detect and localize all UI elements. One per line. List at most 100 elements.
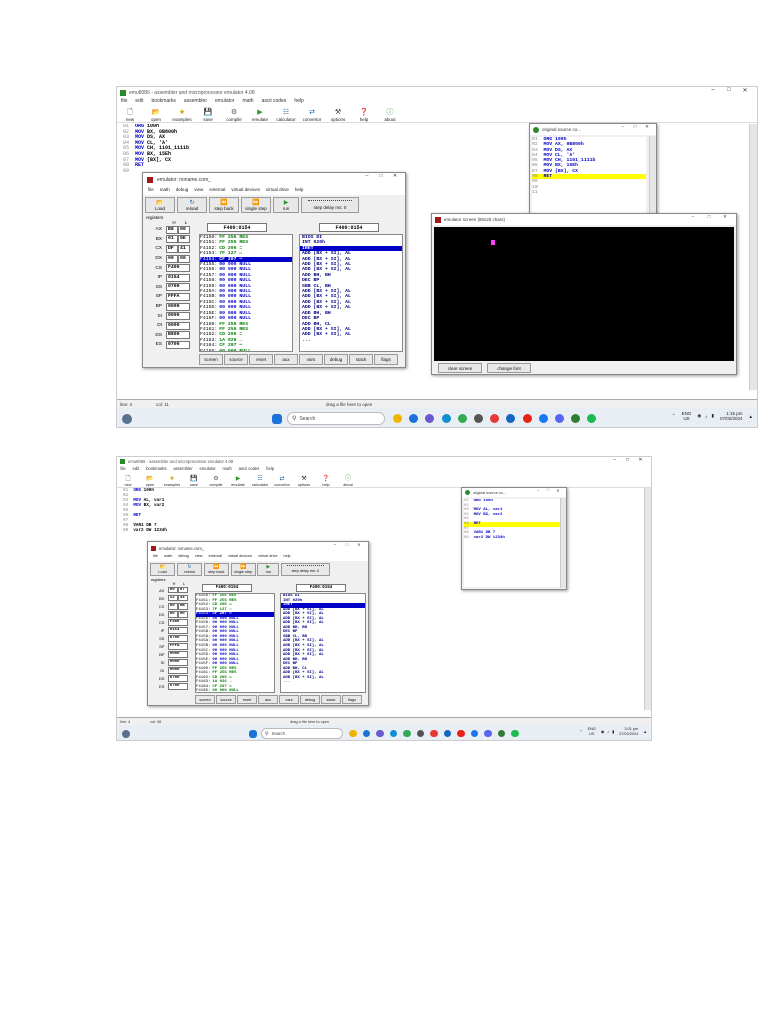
close-icon[interactable]: ✕ xyxy=(634,457,647,463)
menu-item-ascii-codes[interactable]: ascii codes xyxy=(262,98,287,106)
minimize-icon[interactable]: – xyxy=(617,124,629,130)
reload-button[interactable]: ↻ reload xyxy=(177,197,207,213)
convertor-button[interactable]: ⇄ convertor xyxy=(299,106,325,122)
source-button[interactable]: source xyxy=(215,695,237,705)
minimize-icon[interactable]: – xyxy=(608,457,621,463)
load-button[interactable]: 📂 Load xyxy=(145,197,175,213)
emu-app-icon[interactable] xyxy=(571,414,581,423)
emu-menu-file[interactable]: file xyxy=(148,187,154,195)
help-button[interactable]: ❓ help xyxy=(351,106,377,122)
spotify-icon[interactable] xyxy=(587,414,597,423)
discord-icon[interactable] xyxy=(484,729,492,738)
step-delay-slider[interactable] xyxy=(307,200,353,203)
register-value[interactable]: 0000 xyxy=(167,667,188,675)
register-value[interactable]: 0700 xyxy=(166,283,190,292)
disassembly-row[interactable]: ... xyxy=(281,680,365,685)
maximize-icon[interactable]: □ xyxy=(341,542,353,547)
compile-button[interactable]: ⚙ compile xyxy=(205,473,227,487)
emu-menu-virtual-devices[interactable]: virtual devices xyxy=(228,554,252,561)
register-high-value[interactable]: 00 xyxy=(166,254,178,263)
register-low-value[interactable]: 34 xyxy=(177,594,188,602)
emu-menu-math[interactable]: math xyxy=(164,554,172,561)
network-icon[interactable]: ◉ xyxy=(697,413,701,419)
reset-button[interactable]: reset xyxy=(236,695,258,705)
vars-button[interactable]: vars xyxy=(278,695,300,705)
speaker-icon[interactable]: ♪ xyxy=(705,414,707,419)
memory-address-input[interactable]: F400:0154 xyxy=(207,223,267,232)
register-low-value[interactable]: 00 xyxy=(178,254,190,263)
register-high-value[interactable]: 00 xyxy=(167,586,178,594)
register-value[interactable]: 0700 xyxy=(167,683,188,691)
maximize-icon[interactable]: □ xyxy=(374,173,388,179)
youtube-icon[interactable] xyxy=(522,414,532,423)
step-back-button[interactable]: ⏪ step back xyxy=(209,197,239,213)
chrome-icon[interactable] xyxy=(403,729,411,738)
register-value[interactable]: 0154 xyxy=(166,273,190,282)
about-button[interactable]: ⓘ about xyxy=(337,473,359,487)
register-value[interactable]: B800 xyxy=(166,331,190,340)
mail-icon[interactable] xyxy=(506,414,516,423)
emu-menu-help[interactable]: help xyxy=(283,554,290,561)
disassembly-address-input[interactable]: F400:0154 xyxy=(319,223,379,232)
media-icon[interactable] xyxy=(490,414,500,423)
close-icon[interactable]: ✕ xyxy=(553,488,563,493)
chevron-up-icon[interactable]: ⌃ xyxy=(579,729,582,734)
memory-list[interactable]: F4150: FF 255 RES F4151: FF 255 RES F4152: CD… xyxy=(195,593,275,693)
stack-button[interactable]: stack xyxy=(349,354,373,365)
windows-icon[interactable] xyxy=(272,413,282,424)
menu-item-bookmarks[interactable]: bookmarks xyxy=(146,466,166,473)
debug-button[interactable]: debug xyxy=(324,354,348,365)
close-icon[interactable]: ✕ xyxy=(353,542,365,547)
emu-menu-view[interactable]: view xyxy=(195,554,203,561)
screen-button[interactable]: screen xyxy=(195,695,216,705)
register-value[interactable]: FFFA xyxy=(166,292,190,301)
register-low-value[interactable]: 0B xyxy=(177,602,188,610)
emu-menu-debug[interactable]: debug xyxy=(176,187,189,195)
maximize-icon[interactable]: □ xyxy=(701,214,717,220)
register-high-value[interactable]: 12 xyxy=(167,594,178,602)
search-box[interactable]: ⚲ Search xyxy=(261,728,343,739)
register-value[interactable]: F400 xyxy=(167,618,188,626)
menu-item-emulator[interactable]: emulator xyxy=(215,98,234,106)
battery-icon[interactable]: ▮ xyxy=(712,413,714,419)
save-button[interactable]: 💾 save xyxy=(195,106,221,122)
close-icon[interactable]: ✕ xyxy=(388,173,402,179)
menu-item-edit[interactable]: edit xyxy=(133,466,140,473)
emu-menu-virtual-drive[interactable]: virtual drive xyxy=(258,554,277,561)
memory-row[interactable]: F4165: 00 000 NULL xyxy=(196,689,274,692)
spotify-icon[interactable] xyxy=(511,729,519,738)
minimize-icon[interactable]: – xyxy=(705,87,721,94)
editor-scrollbar[interactable] xyxy=(749,124,757,390)
emu-menu-help[interactable]: help xyxy=(295,187,304,195)
step-delay-slider[interactable] xyxy=(286,565,324,568)
media-icon[interactable] xyxy=(430,729,438,738)
register-low-value[interactable]: 00 xyxy=(177,610,188,618)
reload-button[interactable]: ↻ reload xyxy=(176,562,203,576)
aux-button[interactable]: aux xyxy=(257,695,279,705)
register-low-value[interactable]: 00 xyxy=(178,225,190,234)
reset-button[interactable]: reset xyxy=(249,354,273,365)
open-button[interactable]: 📂 open xyxy=(143,106,169,122)
facebook-icon[interactable] xyxy=(538,414,548,423)
register-value[interactable]: 0000 xyxy=(166,302,190,311)
single-step-button[interactable]: ⏩ single step xyxy=(241,197,271,213)
menu-item-math[interactable]: math xyxy=(242,98,253,106)
disassembly-list[interactable]: BIOS DI INT 020h IRET ADD [BX + SI], AL ADD … xyxy=(299,234,403,352)
screen-button[interactable]: screen xyxy=(199,354,223,365)
menu-item-help[interactable]: help xyxy=(294,98,303,106)
about-button[interactable]: ⓘ about xyxy=(377,106,403,122)
weather-icon[interactable] xyxy=(122,729,130,738)
maximize-icon[interactable]: □ xyxy=(621,457,634,463)
register-value[interactable]: 0000 xyxy=(166,321,190,330)
file-explorer-icon[interactable] xyxy=(349,729,357,738)
close-icon[interactable]: ✕ xyxy=(717,214,733,220)
menu-item-file[interactable]: file xyxy=(121,98,127,106)
menu-item-assembler[interactable]: assembler xyxy=(173,466,192,473)
emu-menu-math[interactable]: math xyxy=(160,187,170,195)
settings-icon[interactable] xyxy=(473,414,483,423)
step-delay-ms-0-button[interactable]: step delay ms: 0 xyxy=(280,562,330,576)
register-value[interactable]: 0000 xyxy=(167,659,188,666)
register-high-value[interactable]: 00 xyxy=(167,602,178,610)
disassembly-list[interactable]: BIOS DI INT 020h IRET ADD [BX + SI], AL ADD … xyxy=(280,593,366,693)
region[interactable]: US xyxy=(588,732,596,737)
